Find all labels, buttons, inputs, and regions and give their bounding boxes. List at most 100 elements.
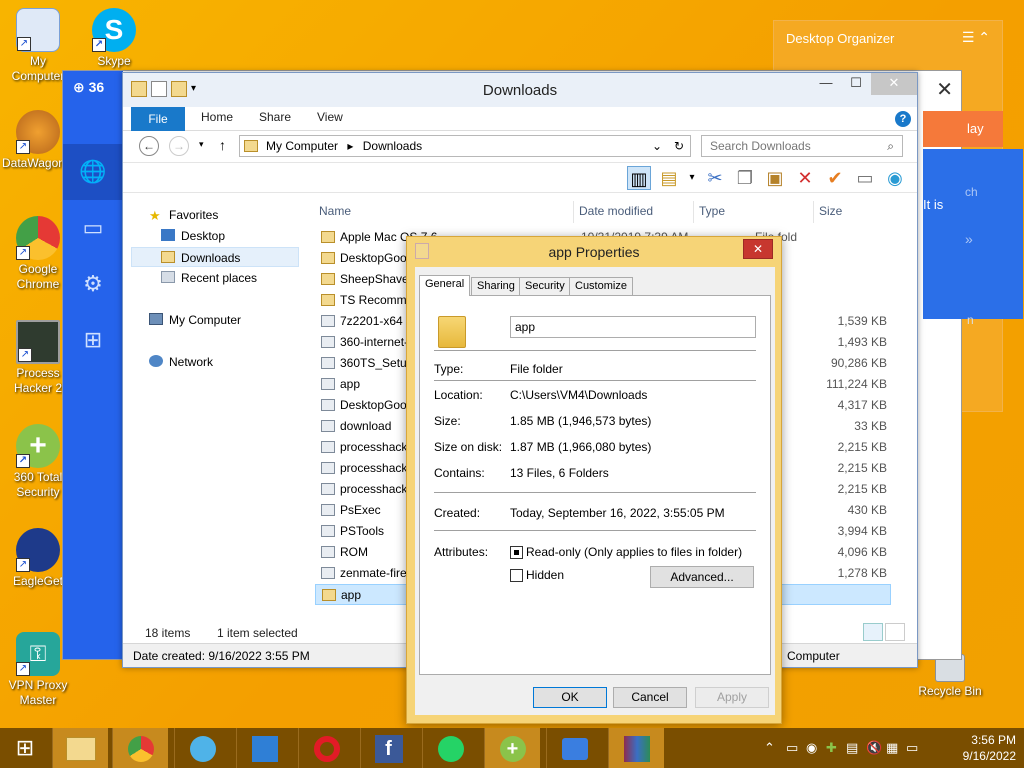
windows-start-icon[interactable]: ⊞ bbox=[0, 728, 50, 768]
tab-customize[interactable]: Customize bbox=[569, 277, 633, 295]
nav-recent-places[interactable]: Recent places bbox=[161, 268, 257, 288]
organizer-controls[interactable]: ☰ ⌃ bbox=[962, 29, 990, 46]
plus-shield-icon[interactable]: ✚ bbox=[826, 740, 837, 756]
app-360-banner-text: lay bbox=[967, 121, 984, 136]
ok-button[interactable]: OK bbox=[533, 687, 607, 708]
hidden-checkbox[interactable] bbox=[510, 569, 523, 582]
taskbar-opera[interactable] bbox=[298, 728, 354, 768]
tab-view[interactable]: View bbox=[317, 110, 343, 124]
breadcrumb-downloads[interactable]: Downloads bbox=[363, 139, 422, 153]
folder-icon bbox=[321, 273, 335, 285]
nav-my-computer[interactable]: My Computer bbox=[149, 310, 241, 330]
tab-home[interactable]: Home bbox=[201, 110, 233, 124]
close-icon[interactable]: ✕ bbox=[743, 239, 773, 259]
checkmark-icon[interactable]: ✔ bbox=[823, 166, 847, 190]
file-name: processhack bbox=[340, 461, 408, 475]
desktop-icon-recycle-bin[interactable]: Recycle Bin bbox=[914, 654, 986, 699]
minimize-icon[interactable]: — bbox=[811, 73, 841, 95]
forward-button[interactable]: → bbox=[169, 136, 189, 156]
chevron-down-icon[interactable]: ⌄ bbox=[652, 136, 662, 156]
maximize-icon[interactable]: ☐ bbox=[841, 73, 871, 95]
preview-pane-icon[interactable]: ▥ bbox=[627, 166, 651, 190]
refresh-icon[interactable]: ↻ bbox=[674, 136, 684, 156]
taskbar-downloader[interactable] bbox=[236, 728, 292, 768]
menu-icon[interactable]: ☰ bbox=[962, 29, 975, 45]
folder-icon bbox=[321, 294, 335, 306]
close-icon[interactable]: ✕ bbox=[871, 73, 917, 95]
globe-icon[interactable]: 🌐 bbox=[63, 144, 123, 200]
taskbar-360-security[interactable]: + bbox=[484, 728, 540, 768]
tray-app-icon[interactable]: ▤ bbox=[846, 740, 858, 756]
gear-icon[interactable]: ⚙ bbox=[63, 256, 123, 312]
search-input[interactable]: Search Downloads ⌕ bbox=[701, 135, 903, 157]
breadcrumb-my-computer[interactable]: My Computer bbox=[266, 139, 338, 153]
taskbar-winrar[interactable] bbox=[608, 728, 664, 768]
paste-icon[interactable]: ▣ bbox=[763, 166, 787, 190]
tab-file[interactable]: File bbox=[131, 107, 185, 131]
details-view-icon[interactable] bbox=[863, 623, 883, 641]
delete-icon[interactable]: ✕ bbox=[793, 166, 817, 190]
large-icons-view-icon[interactable] bbox=[885, 623, 905, 641]
chevron-down-icon[interactable]: ▾ bbox=[687, 166, 697, 190]
column-size[interactable]: Size bbox=[819, 204, 842, 218]
up-arrow-icon[interactable]: ↑ bbox=[219, 137, 226, 153]
rename-icon[interactable]: ▭ bbox=[853, 166, 877, 190]
file-size: 430 KB bbox=[847, 503, 887, 517]
explorer-titlebar[interactable]: ▾ Downloads — ☐ ✕ bbox=[123, 73, 917, 107]
system-tray: ⌃ ▭ ◉ ✚ ▤ 🔇 ▦ ▭ 3:56 PM 9/16/2022 bbox=[764, 728, 1024, 768]
taskbar-360-browser[interactable] bbox=[546, 728, 602, 768]
clock[interactable]: 3:56 PM 9/16/2022 bbox=[963, 732, 1016, 764]
chevron-up-icon[interactable]: ⌃ bbox=[978, 29, 990, 45]
created-label: Created: bbox=[434, 506, 481, 520]
column-separator[interactable] bbox=[813, 201, 814, 223]
nav-favorites[interactable]: ★ Favorites bbox=[149, 205, 218, 225]
apply-button[interactable]: Apply bbox=[695, 687, 769, 708]
globe-icon[interactable]: ◉ bbox=[883, 166, 907, 190]
network-icon[interactable]: ▦ bbox=[886, 740, 898, 756]
toolbox-icon[interactable]: ⊞ bbox=[63, 312, 123, 368]
tab-security[interactable]: Security bbox=[519, 277, 571, 295]
taskbar-globe-app[interactable] bbox=[174, 728, 230, 768]
desktop-icon-skype[interactable]: S ↗ Skype bbox=[78, 8, 150, 69]
divider bbox=[434, 530, 756, 531]
tab-sharing[interactable]: Sharing bbox=[471, 277, 521, 295]
folder-icon bbox=[322, 589, 336, 601]
tray-app-icon[interactable]: ◉ bbox=[806, 740, 817, 756]
tray-app-icon[interactable]: ▭ bbox=[786, 740, 798, 756]
recent-locations-icon[interactable]: ▾ bbox=[199, 139, 204, 150]
folder-name-input[interactable]: app bbox=[510, 316, 756, 338]
chevron-up-icon[interactable]: ⌃ bbox=[764, 740, 775, 756]
cancel-button[interactable]: Cancel bbox=[613, 687, 687, 708]
column-separator[interactable] bbox=[693, 201, 694, 223]
volume-muted-icon[interactable]: 🔇 bbox=[866, 740, 882, 756]
help-icon[interactable]: ? bbox=[895, 111, 911, 127]
properties-dialog[interactable]: app Properties ✕ General Sharing Securit… bbox=[406, 236, 782, 724]
taskbar-file-explorer[interactable] bbox=[52, 728, 108, 768]
column-separator[interactable] bbox=[573, 201, 574, 223]
properties-titlebar[interactable]: app Properties ✕ bbox=[407, 237, 781, 267]
advanced-button[interactable]: Advanced... bbox=[650, 566, 754, 588]
taskbar-whatsapp[interactable] bbox=[422, 728, 478, 768]
download-icon bbox=[251, 735, 278, 762]
nav-network[interactable]: Network bbox=[149, 352, 213, 372]
copy-icon[interactable]: ❐ bbox=[733, 166, 757, 190]
readonly-checkbox[interactable] bbox=[510, 546, 523, 559]
battery-icon[interactable]: ▭ bbox=[906, 740, 918, 756]
file-name: download bbox=[340, 419, 392, 433]
taskbar-chrome[interactable] bbox=[112, 728, 168, 768]
nav-downloads[interactable]: Downloads bbox=[131, 247, 299, 267]
address-bar[interactable]: My Computer ▸ Downloads ⌄ ↻ bbox=[239, 135, 691, 157]
folder-options-icon[interactable]: ▤ bbox=[657, 166, 681, 190]
tab-share[interactable]: Share bbox=[259, 110, 291, 124]
cut-icon[interactable]: ✂ bbox=[703, 166, 727, 190]
column-name[interactable]: Name bbox=[319, 204, 351, 218]
archive-icon bbox=[623, 735, 650, 762]
document-icon[interactable]: ▭ bbox=[63, 200, 123, 256]
back-button[interactable]: ← bbox=[139, 136, 159, 156]
nav-desktop[interactable]: Desktop bbox=[161, 226, 225, 246]
tab-general[interactable]: General bbox=[419, 275, 471, 296]
column-type[interactable]: Type bbox=[699, 204, 725, 218]
column-date-modified[interactable]: Date modified bbox=[579, 204, 653, 218]
close-icon[interactable]: ✕ bbox=[936, 77, 953, 102]
taskbar-facebook[interactable]: f bbox=[360, 728, 416, 768]
